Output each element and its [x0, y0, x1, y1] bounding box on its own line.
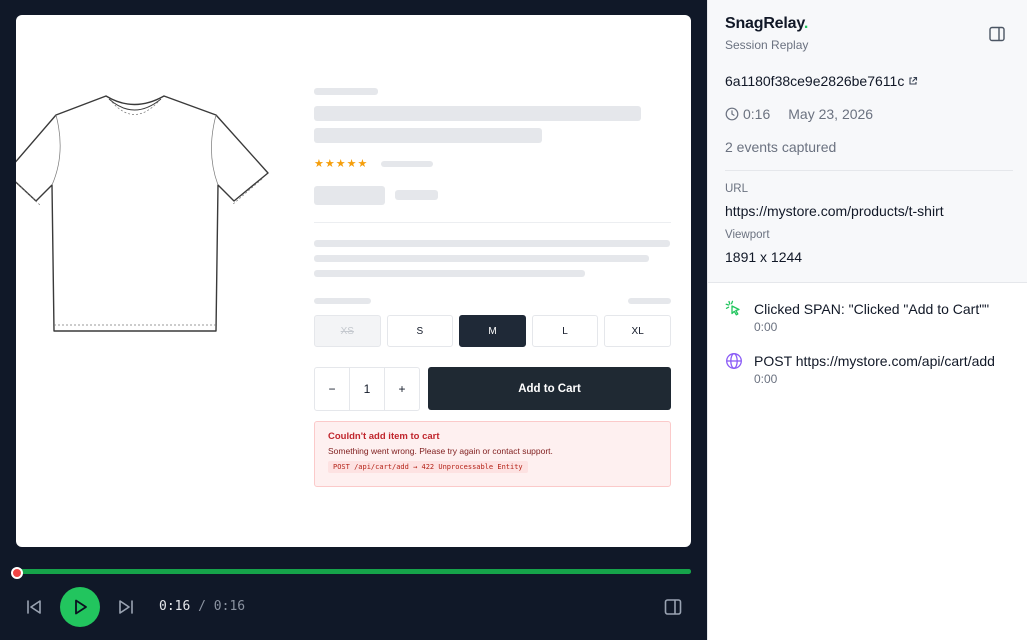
quantity-decrease-button[interactable]: − [315, 368, 349, 410]
url-value: https://mystore.com/products/t-shirt [725, 203, 944, 219]
session-meta: 0:16 May 23, 2026 [725, 106, 873, 122]
total-time: 0:16 [213, 599, 246, 614]
viewport-label: Viewport [725, 229, 770, 241]
skeleton-title [314, 128, 542, 143]
brand-logo: SnagRelay. [725, 15, 808, 33]
session-duration: 0:16 [743, 106, 771, 122]
brand-dot: . [803, 15, 809, 32]
size-selector: XS S M L XL [314, 315, 671, 347]
size-option-xs: XS [314, 315, 381, 347]
skeleton-line [314, 240, 670, 247]
replay-player: ★★★★★ XS S M L XL − 1 + Add to Cart Coul… [0, 0, 707, 640]
viewport-value: 1891 x 1244 [725, 249, 803, 265]
clock-icon [725, 107, 739, 121]
skeleton-line [628, 298, 671, 304]
sidebar-toggle-icon[interactable] [663, 597, 683, 617]
progress-handle[interactable] [11, 567, 23, 579]
error-title: Couldn't add item to cart [328, 431, 440, 442]
skip-forward-icon[interactable] [116, 597, 136, 617]
skeleton-line [314, 270, 585, 277]
event-item-network[interactable]: POST https://mystore.com/api/cart/add 0:… [725, 352, 1015, 392]
event-title: Clicked SPAN: "Clicked "Add to Cart"" [754, 301, 990, 317]
replay-viewport: ★★★★★ XS S M L XL − 1 + Add to Cart Coul… [16, 15, 691, 547]
play-button[interactable] [60, 587, 100, 627]
skeleton-line [381, 161, 433, 167]
divider [314, 222, 671, 223]
quantity-value[interactable]: 1 [349, 368, 385, 410]
progress-bar[interactable] [16, 569, 691, 574]
panel-toggle-icon[interactable] [988, 25, 1006, 43]
events-count: 2 events captured [725, 139, 837, 155]
tshirt-product-image [16, 95, 269, 332]
playback-time: 0:16 / 0:16 [159, 599, 245, 614]
size-option-s[interactable]: S [386, 315, 454, 347]
error-code: POST /api/cart/add → 422 Unprocessable E… [328, 461, 528, 473]
play-icon [75, 599, 87, 615]
event-time: 0:00 [754, 372, 778, 386]
size-option-xl[interactable]: XL [604, 315, 671, 347]
progress-fill [16, 569, 691, 574]
skeleton-line [314, 88, 378, 95]
skip-back-icon[interactable] [24, 597, 44, 617]
brand-subtitle: Session Replay [725, 38, 809, 52]
current-time: 0:16 [159, 599, 191, 614]
brand-name: SnagRelay [725, 15, 804, 32]
error-message: Something went wrong. Please try again o… [328, 446, 553, 456]
session-date: May 23, 2026 [788, 106, 874, 122]
quantity-stepper: − 1 + [314, 367, 420, 411]
event-title: POST https://mystore.com/api/cart/add [754, 353, 995, 369]
size-option-m[interactable]: M [459, 315, 526, 347]
quantity-increase-button[interactable]: + [385, 368, 419, 410]
error-alert: Couldn't add item to cart Something went… [314, 421, 671, 487]
skeleton-line [314, 255, 649, 262]
skeleton-line [314, 298, 371, 304]
session-sidebar: SnagRelay. Session Replay 6a1180f38ce9e2… [707, 0, 1027, 640]
skeleton-line [395, 190, 438, 200]
session-details: SnagRelay. Session Replay 6a1180f38ce9e2… [708, 0, 1027, 283]
session-id: 6a1180f38ce9e2826be7611c [725, 73, 905, 89]
session-id-link[interactable]: 6a1180f38ce9e2826be7611c [725, 73, 918, 89]
globe-icon [726, 353, 742, 369]
skeleton-title [314, 106, 641, 121]
time-separator: / [198, 599, 206, 614]
skeleton-price [314, 186, 385, 205]
external-link-icon [909, 76, 918, 85]
event-item-click[interactable]: Clicked SPAN: "Clicked "Add to Cart"" 0:… [725, 300, 1015, 340]
divider [725, 170, 1013, 171]
url-label: URL [725, 183, 749, 195]
cursor-click-icon [725, 300, 740, 316]
rating-stars: ★★★★★ [314, 158, 369, 170]
size-option-l[interactable]: L [531, 315, 599, 347]
event-time: 0:00 [754, 320, 778, 334]
add-to-cart-button[interactable]: Add to Cart [428, 367, 671, 410]
